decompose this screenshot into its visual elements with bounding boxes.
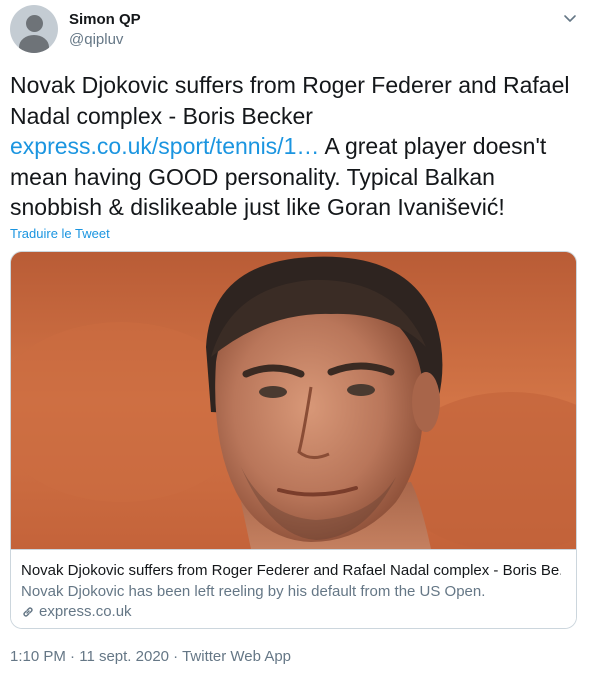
tweet-source[interactable]: Twitter Web App: [182, 648, 291, 665]
tweet-time[interactable]: 1:10 PM: [10, 648, 66, 665]
tweet-text: Novak Djokovic suffers from Roger Federe…: [10, 70, 582, 223]
card-body[interactable]: Novak Djokovic suffers from Roger Federe…: [11, 549, 576, 628]
user-handle[interactable]: @qipluv: [69, 31, 123, 49]
card-photo: [11, 252, 576, 549]
card-domain-text: express.co.uk: [39, 603, 132, 620]
card-title: Novak Djokovic suffers from Roger Federe…: [21, 562, 561, 579]
card-image[interactable]: [11, 252, 576, 549]
tweet-metadata: 1:10 PM · 11 sept. 2020 · Twitter Web Ap…: [10, 648, 291, 666]
separator: ·: [65, 648, 80, 665]
tweet-link[interactable]: express.co.uk/sport/tennis/1…: [10, 133, 319, 159]
link-icon: [23, 607, 33, 617]
tweet-date[interactable]: 11 sept. 2020: [79, 648, 169, 665]
tweet-text-part-1: Novak Djokovic suffers from Roger Federe…: [10, 72, 570, 129]
avatar-shoulders-shape: [19, 35, 49, 53]
avatar[interactable]: [10, 5, 58, 53]
card-domain: express.co.uk: [21, 603, 132, 621]
card-description: Novak Djokovic has been left reeling by …: [21, 583, 486, 600]
link-preview-card[interactable]: Novak Djokovic suffers from Roger Federe…: [10, 251, 577, 629]
translate-tweet-link[interactable]: Traduire le Tweet: [10, 226, 110, 242]
tweet-menu-button[interactable]: [562, 12, 578, 24]
tweet: Simon QP @qipluv Novak Djokovic suffers …: [0, 0, 589, 674]
separator: ·: [169, 648, 183, 665]
user-name[interactable]: Simon QP: [69, 11, 141, 29]
chevron-down-icon: [564, 15, 576, 22]
avatar-head-shape: [26, 15, 43, 32]
